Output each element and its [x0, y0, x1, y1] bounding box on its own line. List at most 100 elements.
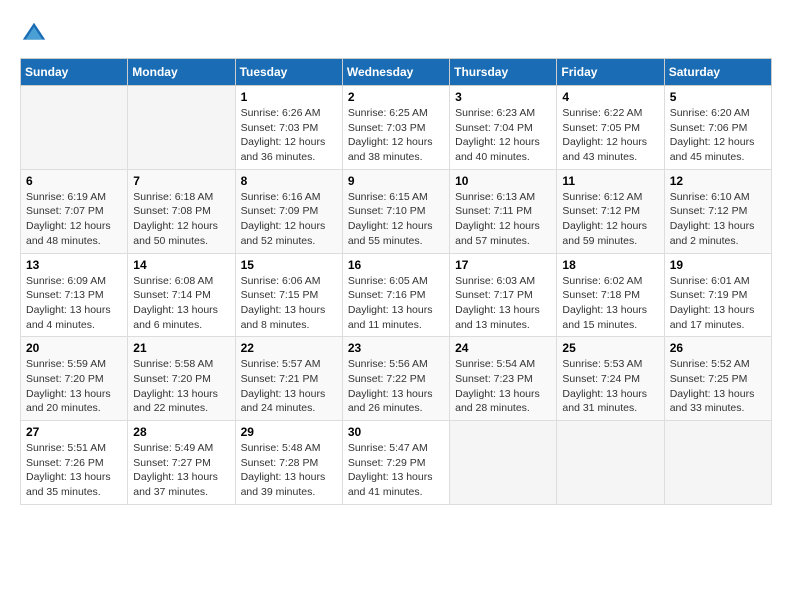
day-number: 23	[348, 341, 444, 355]
logo-icon	[20, 20, 48, 48]
day-detail: Sunrise: 5:57 AM Sunset: 7:21 PM Dayligh…	[241, 357, 337, 416]
day-number: 5	[670, 90, 766, 104]
day-detail: Sunrise: 5:54 AM Sunset: 7:23 PM Dayligh…	[455, 357, 551, 416]
calendar-cell: 13 Sunrise: 6:09 AM Sunset: 7:13 PM Dayli…	[21, 253, 128, 337]
calendar-cell: 14 Sunrise: 6:08 AM Sunset: 7:14 PM Dayli…	[128, 253, 235, 337]
day-number: 15	[241, 258, 337, 272]
calendar-week-row: 6 Sunrise: 6:19 AM Sunset: 7:07 PM Daylig…	[21, 169, 772, 253]
calendar-cell: 5 Sunrise: 6:20 AM Sunset: 7:06 PM Daylig…	[664, 86, 771, 170]
day-detail: Sunrise: 6:15 AM Sunset: 7:10 PM Dayligh…	[348, 190, 444, 249]
day-number: 7	[133, 174, 229, 188]
header-day: Monday	[128, 59, 235, 86]
calendar-table: SundayMondayTuesdayWednesdayThursdayFrid…	[20, 58, 772, 505]
day-detail: Sunrise: 6:08 AM Sunset: 7:14 PM Dayligh…	[133, 274, 229, 333]
calendar-body: 1Sunrise: 6:26 AM Sunset: 7:03 PM Daylig…	[21, 86, 772, 505]
calendar-cell: 26Sunrise: 5:52 AM Sunset: 7:25 PM Dayli…	[664, 337, 771, 421]
calendar-cell: 15 Sunrise: 6:06 AM Sunset: 7:15 PM Dayli…	[235, 253, 342, 337]
calendar-cell: 12 Sunrise: 6:10 AM Sunset: 7:12 PM Dayli…	[664, 169, 771, 253]
calendar-cell: 7 Sunrise: 6:18 AM Sunset: 7:08 PM Daylig…	[128, 169, 235, 253]
day-number: 12	[670, 174, 766, 188]
day-detail: Sunrise: 6:06 AM Sunset: 7:15 PM Dayligh…	[241, 274, 337, 333]
header-day: Saturday	[664, 59, 771, 86]
day-number: 29	[241, 425, 337, 439]
day-number: 8	[241, 174, 337, 188]
day-detail: Sunrise: 6:01 AM Sunset: 7:19 PM Dayligh…	[670, 274, 766, 333]
calendar-cell: 11Sunrise: 6:12 AM Sunset: 7:12 PM Dayli…	[557, 169, 664, 253]
day-detail: Sunrise: 6:25 AM Sunset: 7:03 PM Dayligh…	[348, 106, 444, 165]
calendar-cell	[664, 421, 771, 505]
day-number: 20	[26, 341, 122, 355]
calendar-header: SundayMondayTuesdayWednesdayThursdayFrid…	[21, 59, 772, 86]
calendar-cell: 1Sunrise: 6:26 AM Sunset: 7:03 PM Daylig…	[235, 86, 342, 170]
calendar-cell: 23Sunrise: 5:56 AM Sunset: 7:22 PM Dayli…	[342, 337, 449, 421]
day-number: 4	[562, 90, 658, 104]
header-day: Thursday	[450, 59, 557, 86]
day-detail: Sunrise: 6:19 AM Sunset: 7:07 PM Dayligh…	[26, 190, 122, 249]
calendar-cell: 10Sunrise: 6:13 AM Sunset: 7:11 PM Dayli…	[450, 169, 557, 253]
calendar-cell: 3 Sunrise: 6:23 AM Sunset: 7:04 PM Daylig…	[450, 86, 557, 170]
day-number: 6	[26, 174, 122, 188]
day-number: 1	[241, 90, 337, 104]
day-detail: Sunrise: 6:02 AM Sunset: 7:18 PM Dayligh…	[562, 274, 658, 333]
day-number: 25	[562, 341, 658, 355]
day-number: 11	[562, 174, 658, 188]
day-number: 3	[455, 90, 551, 104]
day-number: 19	[670, 258, 766, 272]
calendar-cell: 4 Sunrise: 6:22 AM Sunset: 7:05 PM Daylig…	[557, 86, 664, 170]
day-detail: Sunrise: 5:53 AM Sunset: 7:24 PM Dayligh…	[562, 357, 658, 416]
calendar-week-row: 13 Sunrise: 6:09 AM Sunset: 7:13 PM Dayli…	[21, 253, 772, 337]
day-number: 9	[348, 174, 444, 188]
calendar-cell: 2 Sunrise: 6:25 AM Sunset: 7:03 PM Daylig…	[342, 86, 449, 170]
day-number: 10	[455, 174, 551, 188]
day-detail: Sunrise: 6:09 AM Sunset: 7:13 PM Dayligh…	[26, 274, 122, 333]
day-number: 14	[133, 258, 229, 272]
calendar-cell: 21Sunrise: 5:58 AM Sunset: 7:20 PM Dayli…	[128, 337, 235, 421]
day-detail: Sunrise: 6:16 AM Sunset: 7:09 PM Dayligh…	[241, 190, 337, 249]
calendar-cell: 6 Sunrise: 6:19 AM Sunset: 7:07 PM Daylig…	[21, 169, 128, 253]
calendar-cell	[450, 421, 557, 505]
day-number: 2	[348, 90, 444, 104]
calendar-cell: 17Sunrise: 6:03 AM Sunset: 7:17 PM Dayli…	[450, 253, 557, 337]
page-header	[20, 20, 772, 48]
day-number: 21	[133, 341, 229, 355]
day-detail: Sunrise: 6:10 AM Sunset: 7:12 PM Dayligh…	[670, 190, 766, 249]
day-detail: Sunrise: 5:51 AM Sunset: 7:26 PM Dayligh…	[26, 441, 122, 500]
calendar-cell: 29Sunrise: 5:48 AM Sunset: 7:28 PM Dayli…	[235, 421, 342, 505]
calendar-cell: 20Sunrise: 5:59 AM Sunset: 7:20 PM Dayli…	[21, 337, 128, 421]
calendar-cell: 18 Sunrise: 6:02 AM Sunset: 7:18 PM Dayli…	[557, 253, 664, 337]
day-number: 16	[348, 258, 444, 272]
calendar-cell: 28 Sunrise: 5:49 AM Sunset: 7:27 PM Dayli…	[128, 421, 235, 505]
day-number: 28	[133, 425, 229, 439]
calendar-cell: 19 Sunrise: 6:01 AM Sunset: 7:19 PM Dayli…	[664, 253, 771, 337]
header-row: SundayMondayTuesdayWednesdayThursdayFrid…	[21, 59, 772, 86]
header-day: Friday	[557, 59, 664, 86]
calendar-week-row: 20Sunrise: 5:59 AM Sunset: 7:20 PM Dayli…	[21, 337, 772, 421]
logo	[20, 20, 52, 48]
day-number: 22	[241, 341, 337, 355]
calendar-cell	[21, 86, 128, 170]
day-detail: Sunrise: 5:49 AM Sunset: 7:27 PM Dayligh…	[133, 441, 229, 500]
day-number: 18	[562, 258, 658, 272]
calendar-cell	[557, 421, 664, 505]
day-detail: Sunrise: 6:18 AM Sunset: 7:08 PM Dayligh…	[133, 190, 229, 249]
day-number: 13	[26, 258, 122, 272]
day-detail: Sunrise: 6:20 AM Sunset: 7:06 PM Dayligh…	[670, 106, 766, 165]
day-detail: Sunrise: 6:23 AM Sunset: 7:04 PM Dayligh…	[455, 106, 551, 165]
header-day: Sunday	[21, 59, 128, 86]
calendar-cell: 27Sunrise: 5:51 AM Sunset: 7:26 PM Dayli…	[21, 421, 128, 505]
calendar-cell: 24 Sunrise: 5:54 AM Sunset: 7:23 PM Dayli…	[450, 337, 557, 421]
calendar-week-row: 27Sunrise: 5:51 AM Sunset: 7:26 PM Dayli…	[21, 421, 772, 505]
calendar-cell: 25 Sunrise: 5:53 AM Sunset: 7:24 PM Dayli…	[557, 337, 664, 421]
day-detail: Sunrise: 6:03 AM Sunset: 7:17 PM Dayligh…	[455, 274, 551, 333]
calendar-week-row: 1Sunrise: 6:26 AM Sunset: 7:03 PM Daylig…	[21, 86, 772, 170]
day-detail: Sunrise: 6:05 AM Sunset: 7:16 PM Dayligh…	[348, 274, 444, 333]
header-day: Tuesday	[235, 59, 342, 86]
day-detail: Sunrise: 5:52 AM Sunset: 7:25 PM Dayligh…	[670, 357, 766, 416]
day-number: 24	[455, 341, 551, 355]
header-day: Wednesday	[342, 59, 449, 86]
day-detail: Sunrise: 6:22 AM Sunset: 7:05 PM Dayligh…	[562, 106, 658, 165]
calendar-cell	[128, 86, 235, 170]
calendar-cell: 22 Sunrise: 5:57 AM Sunset: 7:21 PM Dayli…	[235, 337, 342, 421]
day-detail: Sunrise: 5:47 AM Sunset: 7:29 PM Dayligh…	[348, 441, 444, 500]
calendar-cell: 30Sunrise: 5:47 AM Sunset: 7:29 PM Dayli…	[342, 421, 449, 505]
